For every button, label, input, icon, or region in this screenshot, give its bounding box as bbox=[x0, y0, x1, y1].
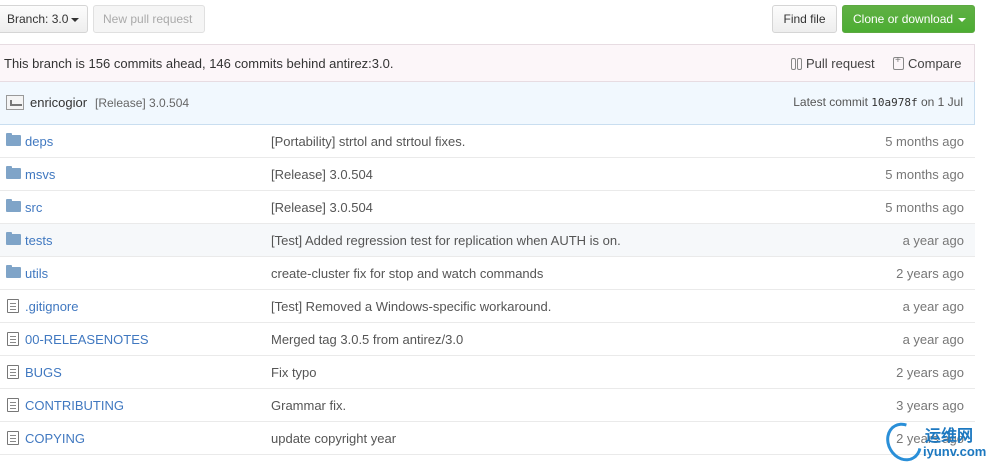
table-row: .gitignore [Test] Removed a Windows-spec… bbox=[0, 290, 975, 323]
find-file-button[interactable]: Find file bbox=[772, 5, 837, 33]
file-icon bbox=[7, 398, 19, 412]
compare-link[interactable]: Compare bbox=[893, 55, 962, 71]
commit-age: 3 years ago bbox=[896, 398, 964, 413]
chevron-down-icon bbox=[71, 17, 80, 22]
branch-status-message: This branch is 156 commits ahead, 146 co… bbox=[4, 56, 394, 71]
pull-request-link[interactable]: Pull request bbox=[790, 56, 875, 71]
file-list: deps [Portability] strtol and strtoul fi… bbox=[0, 125, 975, 455]
diff-icon bbox=[893, 55, 904, 70]
repo-toolbar: Branch: 3.0 New pull request Find file C… bbox=[0, 0, 989, 40]
file-name-link[interactable]: utils bbox=[25, 266, 48, 281]
file-name-link[interactable]: msvs bbox=[25, 167, 55, 182]
commit-message-link[interactable]: update copyright year bbox=[271, 431, 396, 446]
file-name-link[interactable]: src bbox=[25, 200, 42, 215]
watermark-text-domain: iyunv.com bbox=[923, 444, 987, 459]
commit-message-link[interactable]: Merged tag 3.0.5 from antirez/3.0 bbox=[271, 332, 463, 347]
commit-message-link[interactable]: Grammar fix. bbox=[271, 398, 346, 413]
table-row: utils create-cluster fix for stop and wa… bbox=[0, 257, 975, 290]
folder-icon bbox=[6, 265, 21, 278]
clone-download-label: Clone or download bbox=[853, 12, 954, 26]
commit-message-link[interactable]: [Release] 3.0.504 bbox=[271, 200, 373, 215]
swirl-logo-icon bbox=[879, 416, 929, 465]
commit-author[interactable]: enricogior bbox=[30, 95, 87, 110]
commit-age: 5 months ago bbox=[885, 134, 964, 149]
commit-message[interactable]: [Release] 3.0.504 bbox=[95, 96, 189, 110]
latest-commit-info: Latest commit 10a978f on 1 Jul bbox=[793, 95, 963, 109]
file-icon bbox=[7, 332, 19, 346]
table-row: tests [Test] Added regression test for r… bbox=[0, 224, 975, 257]
branch-label: Branch: 3.0 bbox=[7, 12, 69, 26]
folder-icon bbox=[6, 166, 21, 179]
file-name-link[interactable]: COPYING bbox=[25, 431, 85, 446]
file-icon bbox=[7, 431, 19, 445]
compare-label: Compare bbox=[908, 56, 962, 71]
file-name-link[interactable]: CONTRIBUTING bbox=[25, 398, 124, 413]
table-row: COPYING update copyright year 2 years ag… bbox=[0, 422, 975, 455]
commit-sha[interactable]: 10a978f bbox=[871, 96, 917, 109]
site-watermark: 运维网 iyunv.com bbox=[879, 416, 987, 465]
file-name-link[interactable]: tests bbox=[25, 233, 52, 248]
pull-request-icon bbox=[790, 57, 802, 70]
watermark-text-cn: 运维网 bbox=[925, 428, 974, 445]
table-row: BUGS Fix typo 2 years ago bbox=[0, 356, 975, 389]
clone-download-button[interactable]: Clone or download bbox=[842, 5, 975, 33]
commit-message-link[interactable]: Fix typo bbox=[271, 365, 317, 380]
commit-message-link[interactable]: create-cluster fix for stop and watch co… bbox=[271, 266, 543, 281]
commit-message-link[interactable]: [Test] Removed a Windows-specific workar… bbox=[271, 299, 551, 314]
commit-message-link[interactable]: [Release] 3.0.504 bbox=[271, 167, 373, 182]
chevron-down-icon bbox=[958, 17, 967, 22]
commit-age: a year ago bbox=[902, 233, 964, 248]
file-name-link[interactable]: deps bbox=[25, 134, 53, 149]
table-row: src [Release] 3.0.504 5 months ago bbox=[0, 191, 975, 224]
table-row: 00-RELEASENOTES Merged tag 3.0.5 from an… bbox=[0, 323, 975, 356]
pull-request-label: Pull request bbox=[806, 56, 875, 71]
avatar[interactable] bbox=[6, 95, 24, 110]
file-name-link[interactable]: 00-RELEASENOTES bbox=[25, 332, 149, 347]
commit-message-link[interactable]: [Test] Added regression test for replica… bbox=[271, 233, 621, 248]
table-row: deps [Portability] strtol and strtoul fi… bbox=[0, 125, 975, 158]
commit-age: 2 years ago bbox=[896, 365, 964, 380]
folder-icon bbox=[6, 133, 21, 146]
commit-date: on 1 Jul bbox=[920, 95, 963, 109]
commit-message-link[interactable]: [Portability] strtol and strtoul fixes. bbox=[271, 134, 465, 149]
table-row: CONTRIBUTING Grammar fix. 3 years ago bbox=[0, 389, 975, 422]
commit-age: a year ago bbox=[902, 332, 964, 347]
folder-icon bbox=[6, 199, 21, 212]
new-pull-request-button[interactable]: New pull request bbox=[93, 5, 205, 33]
commit-age: 2 years ago bbox=[896, 266, 964, 281]
folder-icon bbox=[6, 232, 21, 245]
table-row: msvs [Release] 3.0.504 5 months ago bbox=[0, 158, 975, 191]
file-icon bbox=[7, 365, 19, 379]
file-name-link[interactable]: BUGS bbox=[25, 365, 62, 380]
branch-status-bar: This branch is 156 commits ahead, 146 co… bbox=[0, 44, 975, 82]
latest-commit-label: Latest commit bbox=[793, 95, 868, 109]
file-name-link[interactable]: .gitignore bbox=[25, 299, 78, 314]
commit-age: 5 months ago bbox=[885, 167, 964, 182]
branch-select-button[interactable]: Branch: 3.0 bbox=[0, 5, 88, 33]
commit-age: a year ago bbox=[902, 299, 964, 314]
commit-age: 5 months ago bbox=[885, 200, 964, 215]
latest-commit-bar: enricogior [Release] 3.0.504 Latest comm… bbox=[0, 82, 975, 125]
file-icon bbox=[7, 299, 19, 313]
